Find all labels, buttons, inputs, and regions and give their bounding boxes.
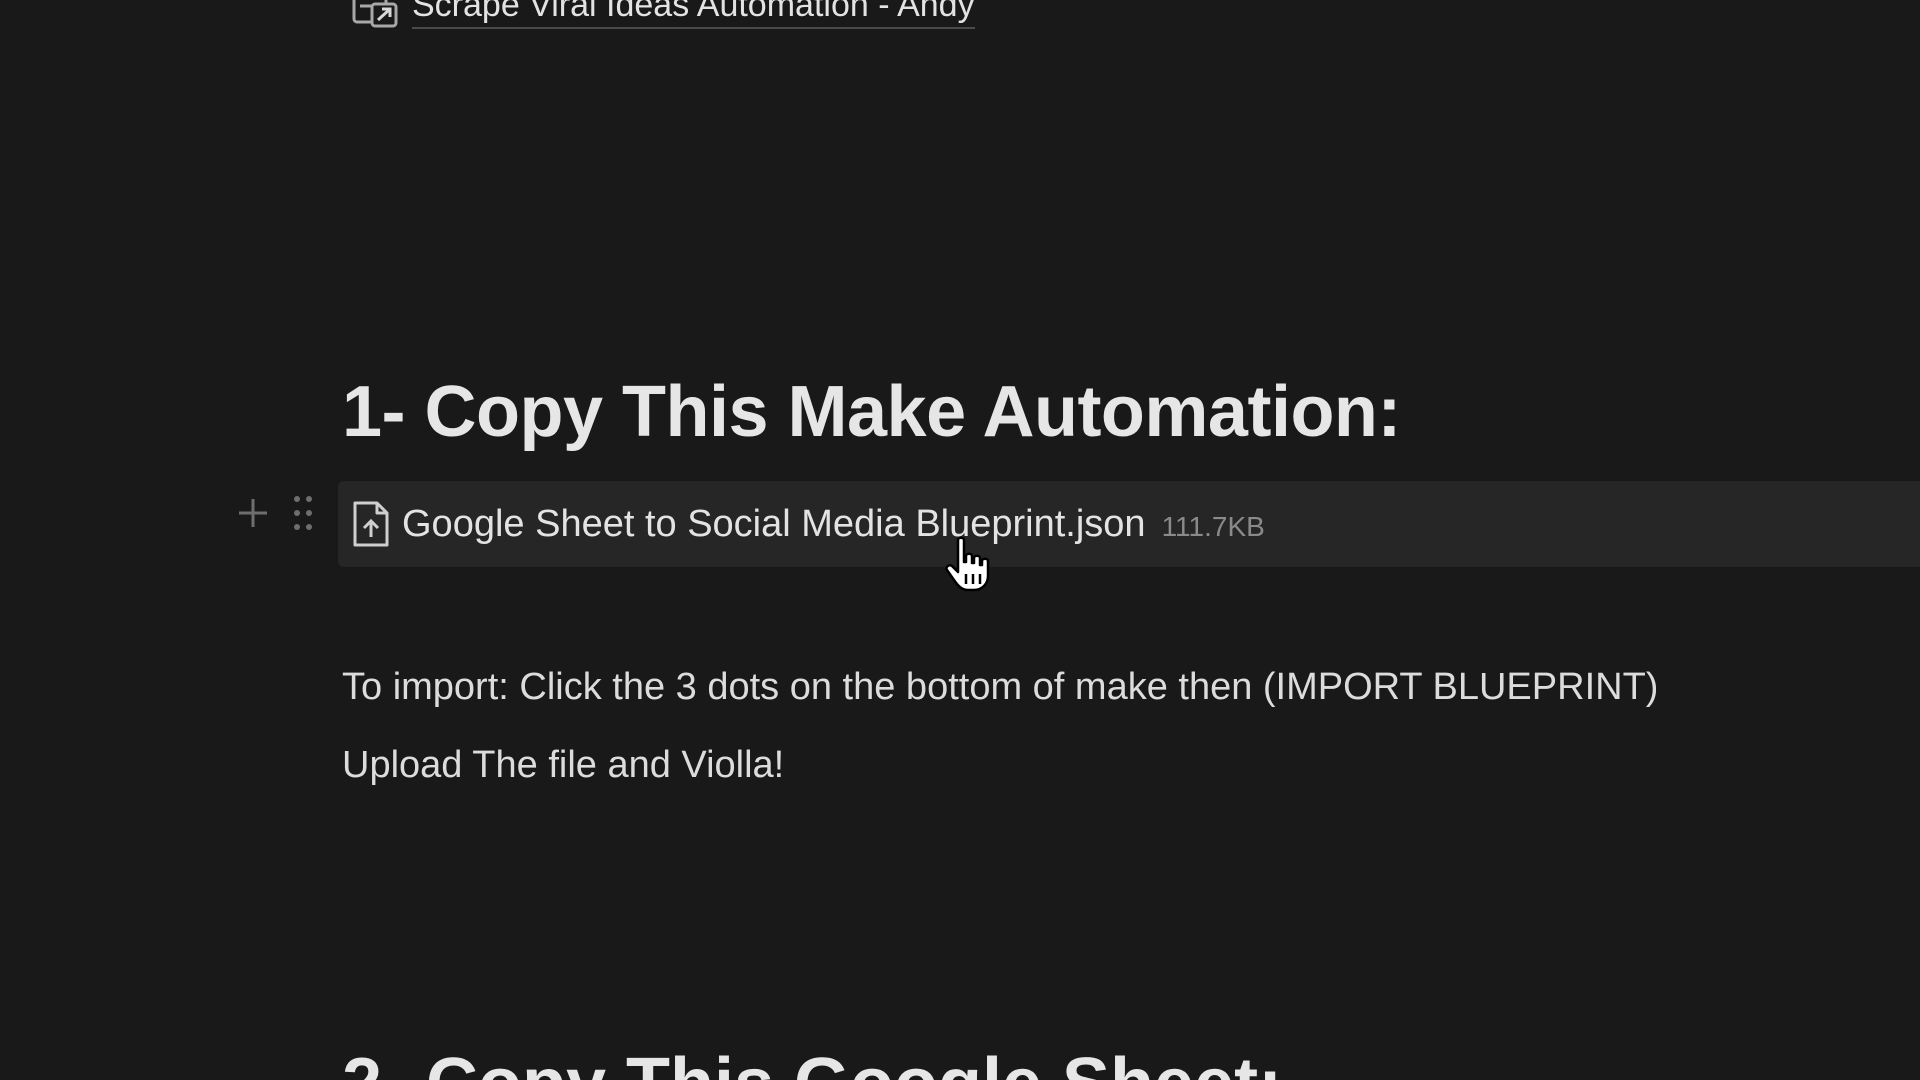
linked-page[interactable]: Scrape Viral Ideas Automation - Andy bbox=[350, 0, 975, 30]
linked-page-icon bbox=[350, 0, 400, 30]
file-upload-icon bbox=[348, 498, 394, 550]
file-size: 111.7KB bbox=[1161, 511, 1265, 542]
block-handles bbox=[236, 494, 314, 532]
instruction-paragraph: Upload The file and Violla! bbox=[342, 744, 785, 786]
linked-page-title: Scrape Viral Ideas Automation - Andy bbox=[412, 0, 975, 29]
notion-page: Scrape Viral Ideas Automation - Andy 1- … bbox=[0, 0, 1920, 1080]
file-name: Google Sheet to Social Media Blueprint.j… bbox=[402, 502, 1146, 545]
plus-icon[interactable] bbox=[236, 496, 270, 530]
drag-handle-icon[interactable] bbox=[292, 494, 314, 532]
file-attachment[interactable]: Google Sheet to Social Media Blueprint.j… bbox=[338, 481, 1920, 567]
instruction-paragraph: To import: Click the 3 dots on the botto… bbox=[342, 666, 1659, 708]
section-heading: 1- Copy This Make Automation: bbox=[342, 372, 1401, 452]
section-heading-2: 2- Copy This Google Sheet: bbox=[342, 1040, 1282, 1080]
